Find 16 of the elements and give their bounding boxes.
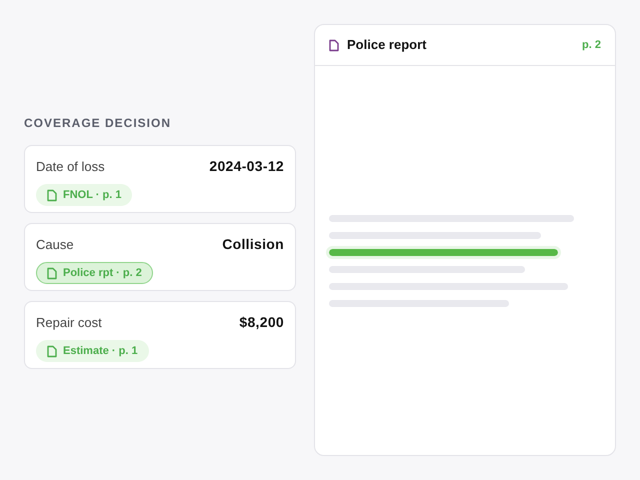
document-icon — [47, 188, 57, 202]
field-label: Date of loss — [36, 158, 105, 176]
document-icon — [47, 266, 57, 280]
document-title: Police report — [347, 36, 428, 54]
citation-chip[interactable]: Estimate · p. 1 — [36, 340, 149, 362]
document-icon — [329, 38, 339, 52]
page-number: p. 2 — [582, 38, 601, 53]
citation-chip[interactable]: Police rpt · p. 2 — [36, 262, 153, 284]
section-title: COVERAGE DECISION — [24, 115, 172, 132]
field-label: Repair cost — [36, 314, 102, 332]
citation-chip[interactable]: FNOL · p. 1 — [36, 184, 132, 206]
field-value: Collision — [222, 235, 284, 254]
field-value: $8,200 — [239, 313, 284, 332]
field-value: 2024-03-12 — [209, 157, 284, 176]
document-icon — [47, 344, 57, 358]
field-label: Cause — [36, 236, 74, 254]
